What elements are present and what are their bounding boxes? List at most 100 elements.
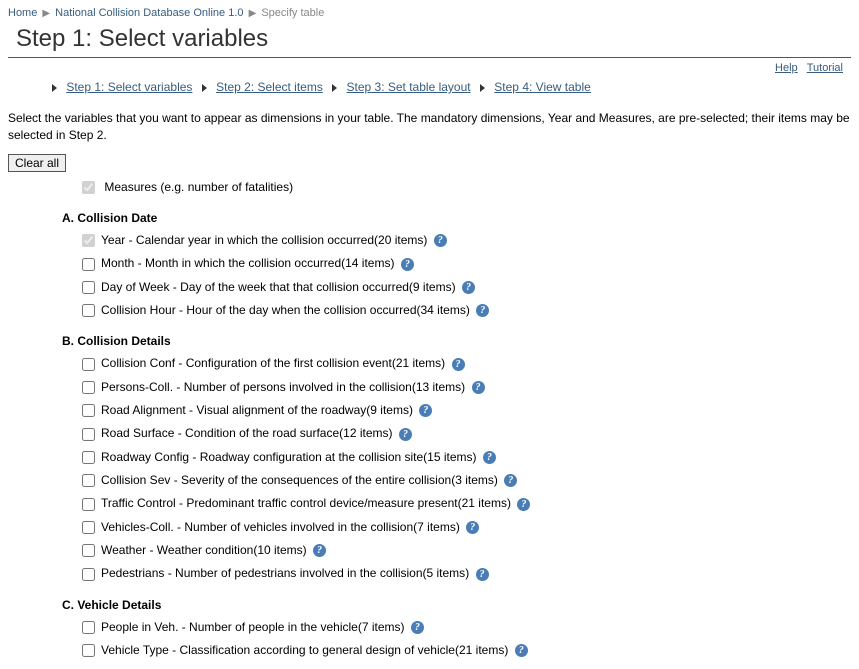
variable-checkbox[interactable] xyxy=(82,568,95,581)
help-icon[interactable]: ? xyxy=(434,234,447,247)
variable-row: Road Alignment - Visual alignment of the… xyxy=(78,401,851,420)
item-count: 10 items xyxy=(253,543,306,557)
help-icon[interactable]: ? xyxy=(462,281,475,294)
item-count: 20 items xyxy=(374,233,427,247)
triangle-right-icon xyxy=(52,84,57,92)
variable-label: Collision Conf - Configuration of the fi… xyxy=(101,356,392,370)
measures-label: Measures (e.g. number of fatalities) xyxy=(104,180,293,194)
item-count: 14 items xyxy=(341,256,394,270)
wizard-step-4[interactable]: Step 4: View table xyxy=(494,80,591,94)
chevron-right-icon: ▶ xyxy=(249,8,257,19)
variable-label: Year - Calendar year in which the collis… xyxy=(101,233,374,247)
variable-label: People in Veh. - Number of people in the… xyxy=(101,620,358,634)
variable-checkbox[interactable] xyxy=(82,428,95,441)
chevron-right-icon: ▶ xyxy=(42,8,50,19)
variable-label: Collision Hour - Hour of the day when th… xyxy=(101,303,417,317)
variable-checkbox xyxy=(82,234,95,247)
help-icon[interactable]: ? xyxy=(313,544,326,557)
triangle-right-icon xyxy=(480,84,485,92)
item-count: 7 items xyxy=(413,520,460,534)
variable-row: Traffic Control - Predominant traffic co… xyxy=(78,494,851,513)
variable-checkbox[interactable] xyxy=(82,381,95,394)
help-icon[interactable]: ? xyxy=(419,404,432,417)
item-count: 7 items xyxy=(358,620,405,634)
breadcrumb: Home ▶ National Collision Database Onlin… xyxy=(8,5,851,21)
variable-checkbox[interactable] xyxy=(82,544,95,557)
variable-row: Road Surface - Condition of the road sur… xyxy=(78,424,851,443)
header-rule xyxy=(8,57,851,58)
clear-all-button[interactable]: Clear all xyxy=(8,154,66,172)
variable-row: Vehicles-Coll. - Number of vehicles invo… xyxy=(78,518,851,537)
variable-label: Road Surface - Condition of the road sur… xyxy=(101,426,339,440)
variable-row: Collision Sev - Severity of the conseque… xyxy=(78,471,851,490)
help-icon[interactable]: ? xyxy=(504,474,517,487)
variable-checkbox[interactable] xyxy=(82,258,95,271)
help-icon[interactable]: ? xyxy=(452,358,465,371)
variable-label: Pedestrians - Number of pedestrians invo… xyxy=(101,566,423,580)
variable-label: Vehicles-Coll. - Number of vehicles invo… xyxy=(101,520,413,534)
help-icon[interactable]: ? xyxy=(411,621,424,634)
help-link[interactable]: Help xyxy=(775,62,798,74)
measures-row: Measures (e.g. number of fatalities) xyxy=(78,178,851,197)
item-count: 21 items xyxy=(455,643,508,657)
tutorial-link[interactable]: Tutorial xyxy=(807,62,843,74)
item-count: 34 items xyxy=(417,303,470,317)
variable-label: Roadway Config - Roadway configuration a… xyxy=(101,450,423,464)
variable-label: Persons-Coll. - Number of persons involv… xyxy=(101,380,412,394)
top-links: Help Tutorial xyxy=(769,62,851,74)
section-head: B. Collision Details xyxy=(62,334,851,348)
instruction-text: Select the variables that you want to ap… xyxy=(8,110,851,144)
page-title: Step 1: Select variables xyxy=(16,25,851,53)
variable-row: Pedestrians - Number of pedestrians invo… xyxy=(78,564,851,583)
variable-checkbox[interactable] xyxy=(82,304,95,317)
section-head: A. Collision Date xyxy=(62,211,851,225)
variable-label: Month - Month in which the collision occ… xyxy=(101,256,341,270)
variable-checkbox[interactable] xyxy=(82,451,95,464)
item-count: 3 items xyxy=(451,473,498,487)
variable-checkbox[interactable] xyxy=(82,404,95,417)
wizard-step-2[interactable]: Step 2: Select items xyxy=(216,80,323,94)
help-icon[interactable]: ? xyxy=(476,568,489,581)
help-icon[interactable]: ? xyxy=(476,304,489,317)
help-icon[interactable]: ? xyxy=(399,428,412,441)
variable-label: Vehicle Type - Classification according … xyxy=(101,643,455,657)
variable-checkbox[interactable] xyxy=(82,521,95,534)
variable-label: Traffic Control - Predominant traffic co… xyxy=(101,496,458,510)
variable-checkbox[interactable] xyxy=(82,474,95,487)
help-icon[interactable]: ? xyxy=(466,521,479,534)
variable-checkbox[interactable] xyxy=(82,498,95,511)
item-count: 21 items xyxy=(392,356,445,370)
breadcrumb-home[interactable]: Home xyxy=(8,7,37,19)
variable-checkbox[interactable] xyxy=(82,281,95,294)
breadcrumb-db[interactable]: National Collision Database Online 1.0 xyxy=(55,7,243,19)
help-icon[interactable]: ? xyxy=(517,498,530,511)
wizard-step-3[interactable]: Step 3: Set table layout xyxy=(347,80,471,94)
variable-list: Measures (e.g. number of fatalities) A. … xyxy=(78,178,851,661)
help-icon[interactable]: ? xyxy=(401,258,414,271)
item-count: 5 items xyxy=(423,566,470,580)
variable-row: Collision Conf - Configuration of the fi… xyxy=(78,354,851,373)
item-count: 9 items xyxy=(366,403,413,417)
wizard-steps: Step 1: Select variables Step 2: Select … xyxy=(8,74,851,104)
help-icon[interactable]: ? xyxy=(472,381,485,394)
variable-row: Roadway Config - Roadway configuration a… xyxy=(78,448,851,467)
variable-row: Month - Month in which the collision occ… xyxy=(78,254,851,273)
variable-label: Collision Sev - Severity of the conseque… xyxy=(101,473,451,487)
triangle-right-icon xyxy=(202,84,207,92)
breadcrumb-current: Specify table xyxy=(261,7,324,19)
variable-checkbox[interactable] xyxy=(82,644,95,657)
measures-checkbox xyxy=(82,181,95,194)
variable-checkbox[interactable] xyxy=(82,621,95,634)
item-count: 21 items xyxy=(458,496,511,510)
help-icon[interactable]: ? xyxy=(483,451,496,464)
item-count: 12 items xyxy=(339,426,392,440)
variable-row: Day of Week - Day of the week that that … xyxy=(78,278,851,297)
variable-row: People in Veh. - Number of people in the… xyxy=(78,618,851,637)
wizard-step-1[interactable]: Step 1: Select variables xyxy=(66,80,192,94)
item-count: 9 items xyxy=(409,280,456,294)
help-icon[interactable]: ? xyxy=(515,644,528,657)
variable-row: Persons-Coll. - Number of persons involv… xyxy=(78,378,851,397)
variable-checkbox[interactable] xyxy=(82,358,95,371)
item-count: 13 items xyxy=(412,380,465,394)
variable-row: Collision Hour - Hour of the day when th… xyxy=(78,301,851,320)
